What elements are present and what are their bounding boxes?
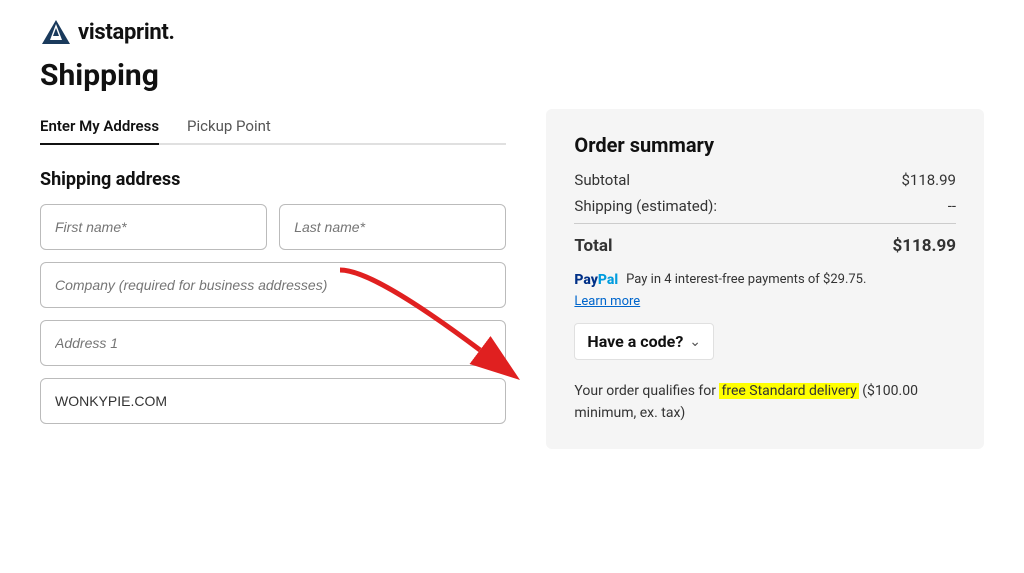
company-field xyxy=(40,262,506,308)
tab-pickup-point[interactable]: Pickup Point xyxy=(187,109,271,143)
have-a-code-toggle[interactable]: Have a code? ⌄ xyxy=(574,323,714,360)
logo: vistaprint. xyxy=(40,18,984,46)
address1-row xyxy=(40,320,506,366)
tabs-bar: Enter My Address Pickup Point xyxy=(40,109,506,145)
logo-part1: vista xyxy=(78,20,124,45)
have-code-label: Have a code? xyxy=(587,332,683,351)
order-summary-panel: Order summary Subtotal $118.99 Shipping … xyxy=(546,109,984,449)
shipping-value: -- xyxy=(948,197,956,215)
vistaprint-logo-icon xyxy=(40,18,72,46)
page-title: Shipping xyxy=(40,58,984,93)
last-name-input[interactable] xyxy=(279,204,506,250)
left-panel: Enter My Address Pickup Point Shipping a… xyxy=(40,109,506,436)
total-label: Total xyxy=(574,236,612,256)
subtotal-value: $118.99 xyxy=(901,171,956,189)
company-row xyxy=(40,262,506,308)
learn-more-link[interactable]: Learn more xyxy=(574,294,956,309)
free-delivery-highlight: free Standard delivery xyxy=(719,383,858,399)
total-value: $118.99 xyxy=(893,236,956,256)
tab-enter-address[interactable]: Enter My Address xyxy=(40,109,159,143)
address2-row xyxy=(40,378,506,424)
first-name-field xyxy=(40,204,267,250)
logo-part2: print xyxy=(124,20,169,45)
first-name-input[interactable] xyxy=(40,204,267,250)
chevron-down-icon: ⌄ xyxy=(689,334,701,350)
logo-dot: . xyxy=(169,20,175,45)
free-delivery-text: Your order qualifies for free Standard d… xyxy=(574,380,956,425)
paypal-text: Pay in 4 interest-free payments of $29.7… xyxy=(626,272,956,287)
name-row xyxy=(40,204,506,250)
logo-text: vistaprint. xyxy=(78,20,175,45)
company-input[interactable] xyxy=(40,262,506,308)
order-summary-title: Order summary xyxy=(574,133,956,157)
address2-field xyxy=(40,378,506,424)
address1-input[interactable] xyxy=(40,320,506,366)
shipping-address-title: Shipping address xyxy=(40,169,506,190)
shipping-line: Shipping (estimated): -- xyxy=(574,197,956,215)
address2-input[interactable] xyxy=(40,378,506,424)
shipping-label: Shipping (estimated): xyxy=(574,197,717,215)
last-name-field xyxy=(279,204,506,250)
subtotal-label: Subtotal xyxy=(574,171,630,189)
address1-field xyxy=(40,320,506,366)
subtotal-line: Subtotal $118.99 xyxy=(574,171,956,189)
paypal-section: PayPal Pay in 4 interest-free payments o… xyxy=(574,272,956,288)
paypal-logo: PayPal xyxy=(574,272,618,288)
total-line: Total $118.99 xyxy=(574,223,956,256)
